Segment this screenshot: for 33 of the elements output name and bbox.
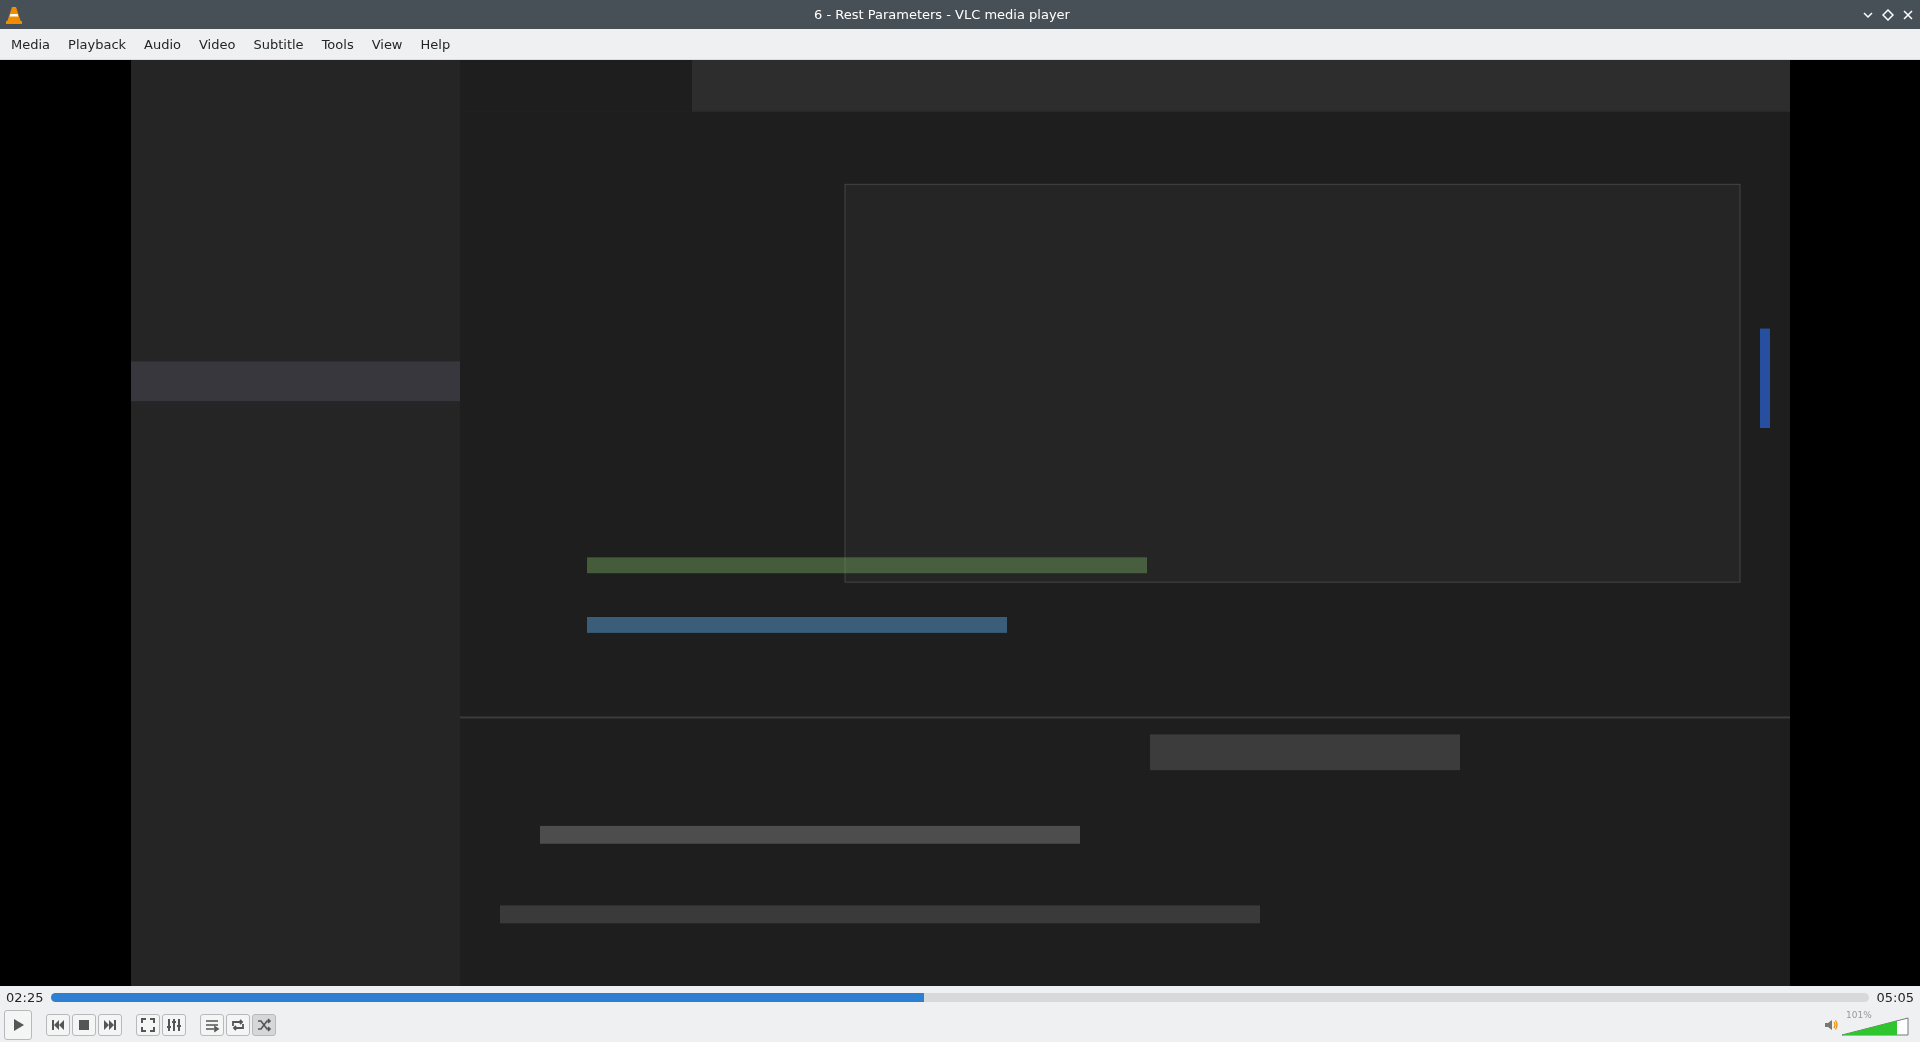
menu-item[interactable]: Help [411,32,460,56]
equalizer-button[interactable] [162,1014,186,1036]
maximize-icon[interactable] [1882,8,1894,21]
shuffle-button[interactable] [252,1014,276,1036]
close-icon[interactable] [1902,8,1914,21]
traffic-cone-icon [6,5,22,24]
total-time: 05:05 [1876,989,1914,1005]
playlist-button[interactable] [200,1014,224,1036]
menu-item[interactable]: Tools [312,32,363,56]
loop-button[interactable] [226,1014,250,1036]
loop-icon [230,1017,246,1033]
menu-item[interactable]: Media [2,32,60,56]
next-button[interactable] [98,1014,122,1036]
seek-bar[interactable] [51,992,1869,1002]
menu-item[interactable]: Subtitle [244,32,313,56]
fullscreen-button[interactable] [136,1014,160,1036]
playlist-icon [204,1017,220,1033]
speaker-icon[interactable] [1824,1018,1838,1032]
skip-back-icon [50,1017,66,1033]
fullscreen-icon [140,1017,156,1033]
stop-button[interactable] [72,1014,96,1036]
menu-item[interactable]: View [362,32,412,56]
elapsed-time: 02:25 [6,989,44,1005]
menu-item[interactable]: Audio [135,32,190,56]
skip-forward-icon [102,1017,118,1033]
stop-icon [76,1017,92,1033]
previous-button[interactable] [46,1014,70,1036]
play-button[interactable] [4,1010,32,1040]
window-title: 6 - Rest Parameters - VLC media player [813,7,1071,22]
menu-item[interactable]: Playback [59,32,136,56]
sliders-icon [166,1017,182,1033]
shuffle-icon [256,1017,272,1033]
menu-item[interactable]: Video [190,32,245,56]
